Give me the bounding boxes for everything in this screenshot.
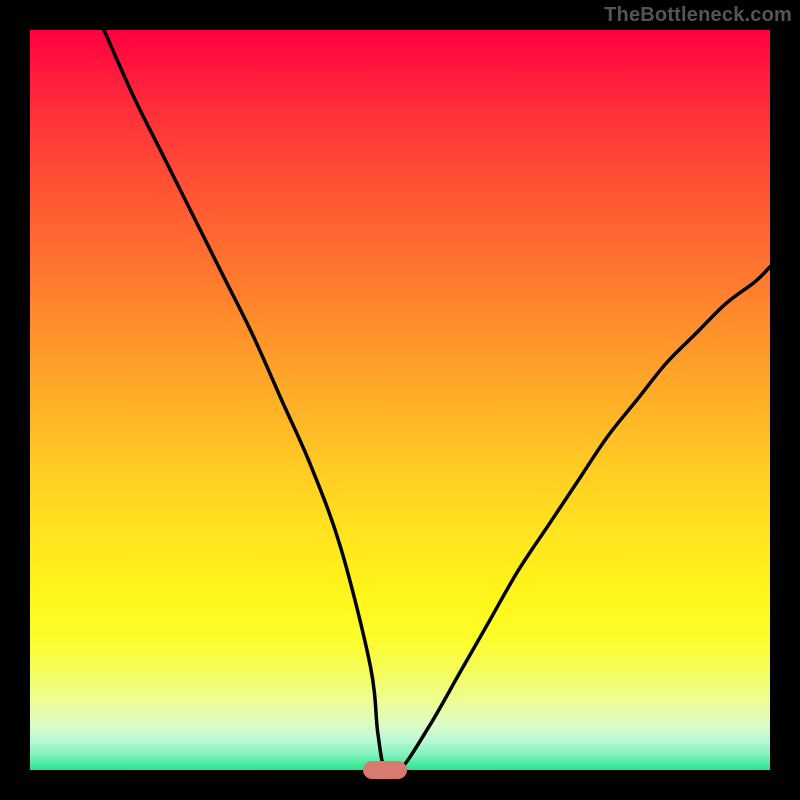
chart-frame: TheBottleneck.com (0, 0, 800, 800)
watermark-text: TheBottleneck.com (604, 4, 792, 27)
plot-area (30, 30, 770, 770)
bottleneck-curve (30, 30, 770, 770)
minimum-marker (363, 761, 407, 779)
